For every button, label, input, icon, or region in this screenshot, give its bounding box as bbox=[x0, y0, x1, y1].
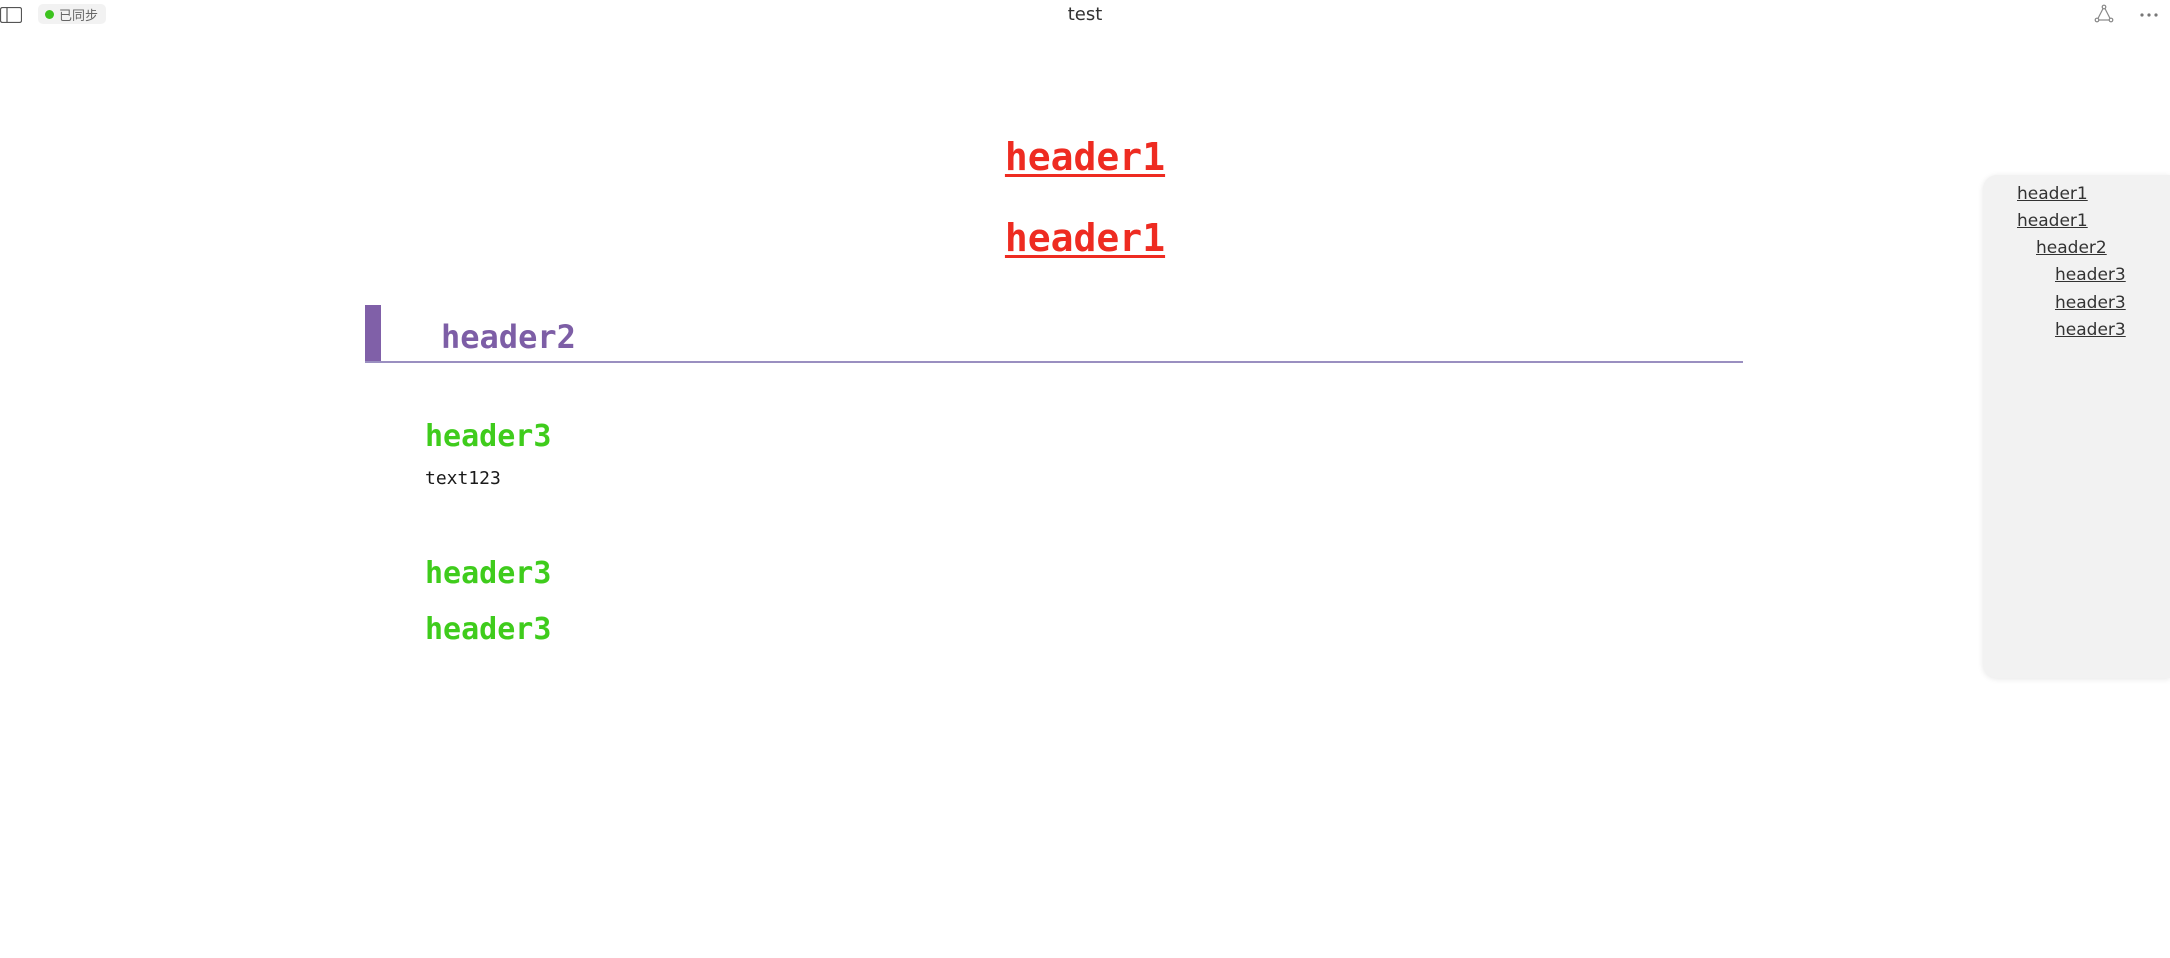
heading1-second: header1 bbox=[1004, 216, 1166, 260]
app-window: 已同步 test header1 header1 header2 header3… bbox=[0, 0, 2170, 958]
outline-panel: header1 header1 header2 header3 header3 … bbox=[1983, 175, 2170, 678]
more-horizontal-icon[interactable] bbox=[2138, 3, 2160, 25]
outline-item-header1[interactable]: header1 bbox=[2017, 211, 2088, 231]
outline-item-header3[interactable]: header3 bbox=[2055, 293, 2126, 313]
paragraph-text: text123 bbox=[425, 468, 501, 489]
outline-item-header3[interactable]: header3 bbox=[2055, 265, 2126, 285]
top-bar: 已同步 test bbox=[0, 0, 2170, 28]
document-title: test bbox=[1067, 4, 1103, 25]
outline-item-header3[interactable]: header3 bbox=[2055, 320, 2126, 340]
heading2: header2 bbox=[441, 318, 576, 356]
heading3-third: header3 bbox=[425, 612, 552, 647]
outline-item-header1[interactable]: header1 bbox=[2017, 184, 2088, 204]
graph-icon[interactable] bbox=[2093, 3, 2115, 25]
heading2-block: header2 bbox=[365, 305, 1743, 363]
heading3-first: header3 bbox=[425, 419, 552, 454]
outline-item-header2[interactable]: header2 bbox=[2036, 238, 2107, 258]
heading1-first: header1 bbox=[1004, 135, 1166, 179]
heading3-second: header3 bbox=[425, 556, 552, 591]
heading2-accent-bar bbox=[365, 305, 381, 361]
